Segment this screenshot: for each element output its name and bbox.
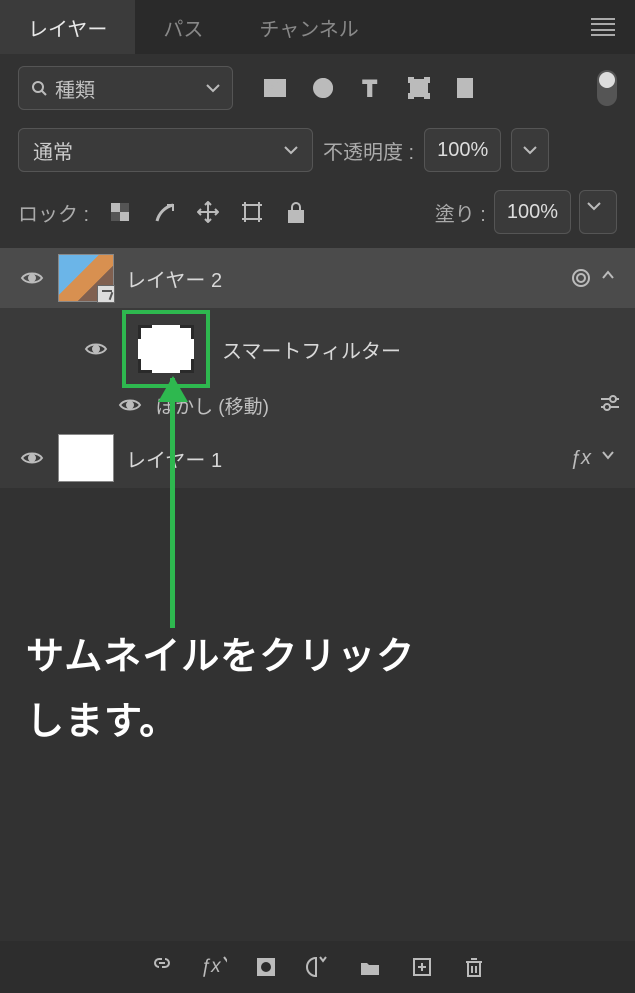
lock-position-icon[interactable] [195,199,221,225]
visibility-toggle[interactable] [18,270,46,286]
opacity-chevron[interactable] [511,128,549,172]
layer-thumbnail[interactable] [58,434,114,482]
link-layers-icon[interactable] [149,954,175,980]
tab-layers[interactable]: レイヤー [0,0,135,54]
annotation-line1: サムネイルをクリック [26,625,415,690]
smartfilter-circle-icon[interactable] [571,268,591,288]
collapse-chevron-icon[interactable] [601,268,621,288]
filter-row: 種類 T [0,54,635,122]
chevron-down-icon [284,145,298,155]
panel-tabs: レイヤー パス チャンネル [0,0,635,54]
layer-mask-icon[interactable] [253,954,279,980]
filter-type-label: 種類 [55,74,198,103]
blend-mode-value: 通常 [33,136,73,165]
visibility-toggle[interactable] [18,450,46,466]
lock-transparency-icon[interactable] [107,199,133,225]
filter-mask-thumbnail[interactable] [138,325,194,373]
lock-all-icon[interactable] [283,199,309,225]
adjustment-layer-icon[interactable] [305,954,331,980]
fill-chevron[interactable] [579,190,617,234]
blend-options-icon[interactable] [599,394,621,417]
annotation-text: サムネイルをクリック します。 [26,625,415,754]
filter-pixel-icon[interactable] [261,74,289,102]
fx-label[interactable]: ƒx [570,447,591,470]
layer-style-icon[interactable]: ƒx [201,954,227,980]
panel-menu-icon[interactable] [591,18,615,36]
layer-name[interactable]: レイヤー 2 [126,264,559,293]
layer-filter-select[interactable]: 種類 [18,66,233,110]
lock-pixels-icon[interactable] [151,199,177,225]
tab-paths[interactable]: パス [135,0,231,54]
filter-name[interactable]: ぼかし (移動) [156,392,587,419]
annotation-line2: します。 [26,690,415,755]
lock-artboard-icon[interactable] [239,199,265,225]
layer-row-layer2[interactable]: レイヤー 2 [0,248,635,308]
smart-filter-row: スマートフィルター [0,308,635,390]
smart-filter-label: スマートフィルター [222,335,621,364]
filter-smartobject-icon[interactable] [453,74,481,102]
bottom-toolbar: ƒx [0,941,635,993]
filter-effect-row[interactable]: ぼかし (移動) [0,390,635,428]
filter-adjustment-icon[interactable] [309,74,337,102]
layers-list: レイヤー 2 スマートフィルター ぼかし (移動) レイヤー 1 ƒx [0,248,635,488]
filter-toggle[interactable] [597,70,617,106]
layer-row-layer1[interactable]: レイヤー 1 ƒx [0,428,635,488]
new-layer-icon[interactable] [409,954,435,980]
visibility-toggle[interactable] [116,397,144,413]
expand-chevron-icon[interactable] [601,448,621,468]
lock-row: ロック : 塗り : 100% [0,182,635,248]
filter-type-icon[interactable]: T [357,74,385,102]
svg-text:T: T [363,76,377,100]
group-icon[interactable] [357,954,383,980]
annotation-arrow-line [170,378,175,628]
blend-mode-select[interactable]: 通常 [18,128,313,172]
delete-layer-icon[interactable] [461,954,487,980]
lock-label: ロック : [18,198,89,227]
tab-channels[interactable]: チャンネル [231,0,386,54]
smartobject-badge-icon [97,285,115,303]
chevron-down-icon [206,83,220,93]
opacity-value[interactable]: 100% [424,128,501,172]
layer-thumbnail[interactable] [58,254,114,302]
blend-row: 通常 不透明度 : 100% [0,122,635,182]
opacity-label: 不透明度 : [323,136,414,165]
filter-shape-icon[interactable] [405,74,433,102]
fill-label: 塗り : [435,198,486,227]
layer-name[interactable]: レイヤー 1 [126,444,558,473]
search-icon [31,80,47,96]
filter-icons: T [261,74,481,102]
fill-value[interactable]: 100% [494,190,571,234]
visibility-toggle[interactable] [82,341,110,357]
